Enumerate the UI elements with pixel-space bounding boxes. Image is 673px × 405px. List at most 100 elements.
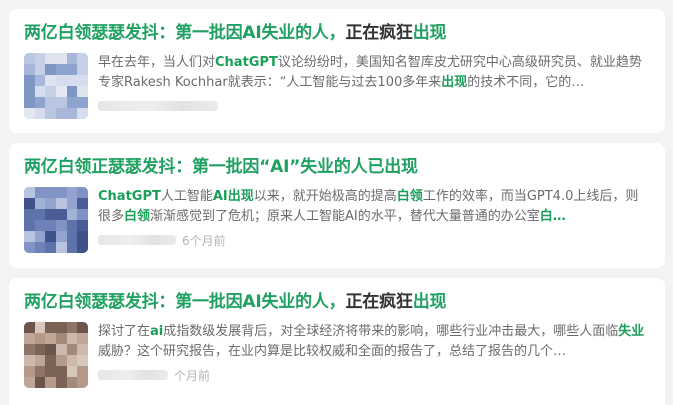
result-snippet: 早在去年，当人们对ChatGPT议论纷纷时，美国知名智库皮尤研究中心高级研究员、…	[98, 53, 650, 93]
result-snippet: 探讨了在ai成指数级发展背后，对全球经济将带来的影响，哪些行业冲击最大，哪些人面…	[98, 322, 650, 362]
mosaic-cell	[24, 377, 35, 388]
highlight-keyword: AI出现	[212, 189, 254, 204]
mosaic-cell	[77, 108, 88, 119]
mosaic-cell	[77, 322, 88, 333]
mosaic-cell	[66, 86, 78, 97]
result-thumbnail[interactable]	[24, 187, 88, 253]
mosaic-cell	[56, 242, 67, 253]
mosaic-cell	[24, 333, 35, 344]
mosaic-cell	[45, 220, 56, 231]
highlight-keyword: 白领	[396, 189, 423, 204]
mosaic-cell	[66, 64, 78, 75]
mosaic-cell	[56, 355, 67, 366]
blurred-image	[24, 53, 88, 119]
title-text-plain: 正在疯狂	[345, 23, 413, 43]
mosaic-cell	[45, 64, 56, 75]
title-text: 两亿白领瑟瑟发抖：第一批因AI失业的人，	[24, 23, 346, 43]
highlight-keyword: ai	[150, 324, 164, 339]
mosaic-cell	[34, 322, 46, 333]
mosaic-cell	[66, 108, 78, 119]
snippet-text: 早在去年，当人们对	[98, 55, 216, 70]
mosaic-cell	[66, 355, 78, 366]
mosaic-cell	[66, 344, 78, 355]
mosaic-cell	[34, 108, 46, 119]
snippet-text: 以来，就开始极高的提高	[253, 189, 397, 204]
result-thumbnail[interactable]	[24, 322, 88, 388]
blurred-source	[98, 370, 168, 380]
mosaic-cell	[77, 187, 88, 198]
blurred-image	[24, 187, 88, 253]
snippet-text: 人工智能	[160, 189, 213, 204]
mosaic-cell	[66, 322, 78, 333]
mosaic-cell	[34, 53, 46, 64]
mosaic-cell	[77, 344, 88, 355]
mosaic-cell	[66, 231, 78, 242]
mosaic-cell	[45, 355, 56, 366]
title-text-highlight: 出现	[412, 292, 447, 312]
mosaic-cell	[34, 75, 46, 86]
title-text-highlight: 出现	[412, 23, 447, 43]
mosaic-cell	[34, 377, 46, 388]
mosaic-cell	[34, 187, 46, 198]
title-text: 两亿白领正瑟瑟发抖：第一批因“AI”失业的人已出现	[24, 157, 418, 177]
highlight-keyword: 失业	[618, 324, 645, 339]
result-title[interactable]: 两亿白领瑟瑟发抖：第一批因AI失业的人，正在疯狂出现	[24, 290, 650, 314]
mosaic-cell	[56, 108, 67, 119]
search-result-card: 两亿白领正瑟瑟发抖：第一批因“AI”失业的人已出现 ChatGPT人工智能AI出…	[9, 143, 665, 268]
snippet-text: 探讨了在	[98, 324, 151, 339]
result-title[interactable]: 两亿白领瑟瑟发抖：第一批因AI失业的人，正在疯狂出现	[24, 21, 650, 45]
highlight-keyword: ChatGPT	[215, 55, 278, 70]
highlight-keyword: 出现	[441, 75, 468, 90]
mosaic-cell	[66, 366, 78, 377]
mosaic-cell	[24, 75, 35, 86]
mosaic-cell	[24, 108, 35, 119]
mosaic-cell	[24, 344, 35, 355]
mosaic-cell	[66, 75, 78, 86]
mosaic-cell	[77, 366, 88, 377]
mosaic-cell	[34, 209, 46, 220]
mosaic-cell	[45, 198, 56, 209]
result-title[interactable]: 两亿白领正瑟瑟发抖：第一批因“AI”失业的人已出现	[24, 155, 650, 179]
mosaic-cell	[56, 322, 67, 333]
mosaic-cell	[45, 187, 56, 198]
mosaic-cell	[56, 377, 67, 388]
highlight-keyword: 白领	[124, 209, 151, 224]
mosaic-cell	[45, 108, 56, 119]
mosaic-cell	[77, 377, 88, 388]
mosaic-cell	[77, 198, 88, 209]
mosaic-cell	[34, 333, 46, 344]
mosaic-cell	[56, 333, 67, 344]
mosaic-cell	[45, 231, 56, 242]
mosaic-cell	[56, 209, 67, 220]
mosaic-cell	[66, 97, 78, 108]
snippet-text: 成指数级发展背后，对全球经济将带来的影响，哪些行业冲击最大，哪些人面临	[163, 324, 619, 339]
mosaic-cell	[66, 220, 78, 231]
mosaic-cell	[45, 377, 56, 388]
mosaic-cell	[66, 209, 78, 220]
mosaic-cell	[45, 86, 56, 97]
blurred-source	[98, 101, 218, 111]
search-result-card: 两亿白领瑟瑟发抖：第一批因AI失业的人，正在疯狂出现 早在去年，当人们对Chat…	[9, 9, 665, 133]
mosaic-cell	[66, 198, 78, 209]
mosaic-cell	[34, 97, 46, 108]
mosaic-cell	[45, 53, 56, 64]
mosaic-cell	[56, 97, 67, 108]
mosaic-cell	[24, 64, 35, 75]
mosaic-cell	[24, 322, 35, 333]
mosaic-cell	[45, 97, 56, 108]
mosaic-cell	[77, 355, 88, 366]
title-text-plain: 正在疯狂	[345, 292, 413, 312]
mosaic-cell	[77, 333, 88, 344]
mosaic-cell	[77, 231, 88, 242]
mosaic-cell	[24, 53, 35, 64]
result-meta: 个月前	[98, 368, 650, 383]
mosaic-cell	[34, 64, 46, 75]
mosaic-cell	[24, 209, 35, 220]
mosaic-cell	[56, 64, 67, 75]
mosaic-cell	[56, 53, 67, 64]
mosaic-cell	[45, 366, 56, 377]
mosaic-cell	[77, 53, 88, 64]
mosaic-cell	[24, 231, 35, 242]
mosaic-cell	[24, 187, 35, 198]
result-thumbnail[interactable]	[24, 53, 88, 119]
